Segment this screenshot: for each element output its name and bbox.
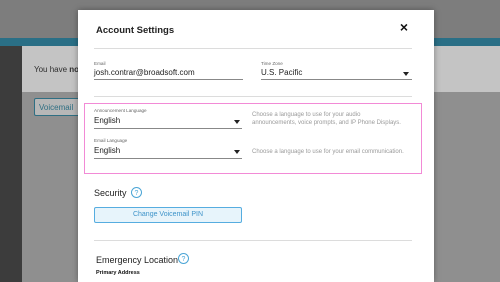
close-icon[interactable]: × — [396, 19, 412, 35]
divider — [94, 48, 412, 49]
help-icon[interactable]: ? — [131, 187, 142, 198]
chevron-down-icon[interactable] — [234, 150, 240, 154]
time-zone-label: Time Zone — [261, 61, 283, 66]
email-label: Email — [94, 61, 106, 66]
email-language-label: Email Language — [94, 138, 128, 143]
time-zone-value[interactable]: U.S. Pacific — [261, 68, 302, 77]
announcement-language-help: Choose a language to use for your audio … — [252, 111, 401, 127]
chevron-down-icon[interactable] — [403, 72, 409, 76]
announcement-language-label: Announcement Language — [94, 108, 147, 113]
email-language-value[interactable]: English — [94, 146, 120, 155]
divider — [94, 96, 412, 97]
account-settings-modal: Account Settings × Email josh.contrar@br… — [78, 10, 434, 282]
help-line: announcements, voice prompts, and IP Pho… — [252, 120, 401, 126]
modal-title: Account Settings — [96, 25, 175, 36]
announcement-language-value[interactable]: English — [94, 116, 120, 125]
primary-address-label: Primary Address — [96, 270, 140, 276]
time-zone-underline — [261, 79, 412, 80]
divider — [94, 240, 412, 241]
announcement-language-underline — [94, 128, 242, 129]
help-icon[interactable]: ? — [178, 253, 189, 264]
change-voicemail-pin-button[interactable]: Change Voicemail PIN — [94, 207, 242, 223]
email-underline — [94, 79, 243, 80]
voicemail-button[interactable]: Voicemail — [34, 98, 80, 116]
emergency-location-title: Emergency Location — [96, 255, 179, 265]
email-language-underline — [94, 158, 242, 159]
email-language-help: Choose a language to use for your email … — [252, 149, 404, 155]
security-title: Security — [94, 188, 127, 198]
chevron-down-icon[interactable] — [234, 120, 240, 124]
email-value[interactable]: josh.contrar@broadsoft.com — [94, 68, 195, 77]
app-sidebar — [0, 46, 22, 282]
help-line: Choose a language to use for your audio — [252, 112, 361, 118]
